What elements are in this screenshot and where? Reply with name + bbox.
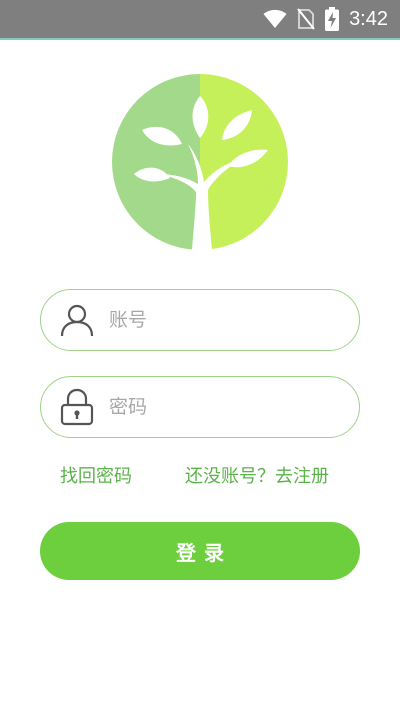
user-icon <box>59 302 95 338</box>
wifi-icon <box>263 9 287 29</box>
register-link[interactable]: 还没账号？去注册 <box>185 462 329 488</box>
status-icons: 3:42 <box>263 0 388 38</box>
password-field[interactable] <box>40 376 360 438</box>
battery-charging-icon <box>325 7 340 31</box>
status-accent-line <box>0 38 400 40</box>
status-time: 3:42 <box>349 8 388 30</box>
password-input[interactable] <box>109 387 329 427</box>
lock-icon <box>59 388 95 426</box>
tree-logo-icon <box>112 74 288 250</box>
account-field[interactable] <box>40 289 360 351</box>
status-bar: 3:42 <box>0 0 400 40</box>
no-sim-icon <box>297 8 315 30</box>
account-input[interactable] <box>109 300 329 340</box>
forgot-password-link[interactable]: 找回密码 <box>60 462 132 488</box>
login-button[interactable]: 登录 <box>40 522 360 580</box>
